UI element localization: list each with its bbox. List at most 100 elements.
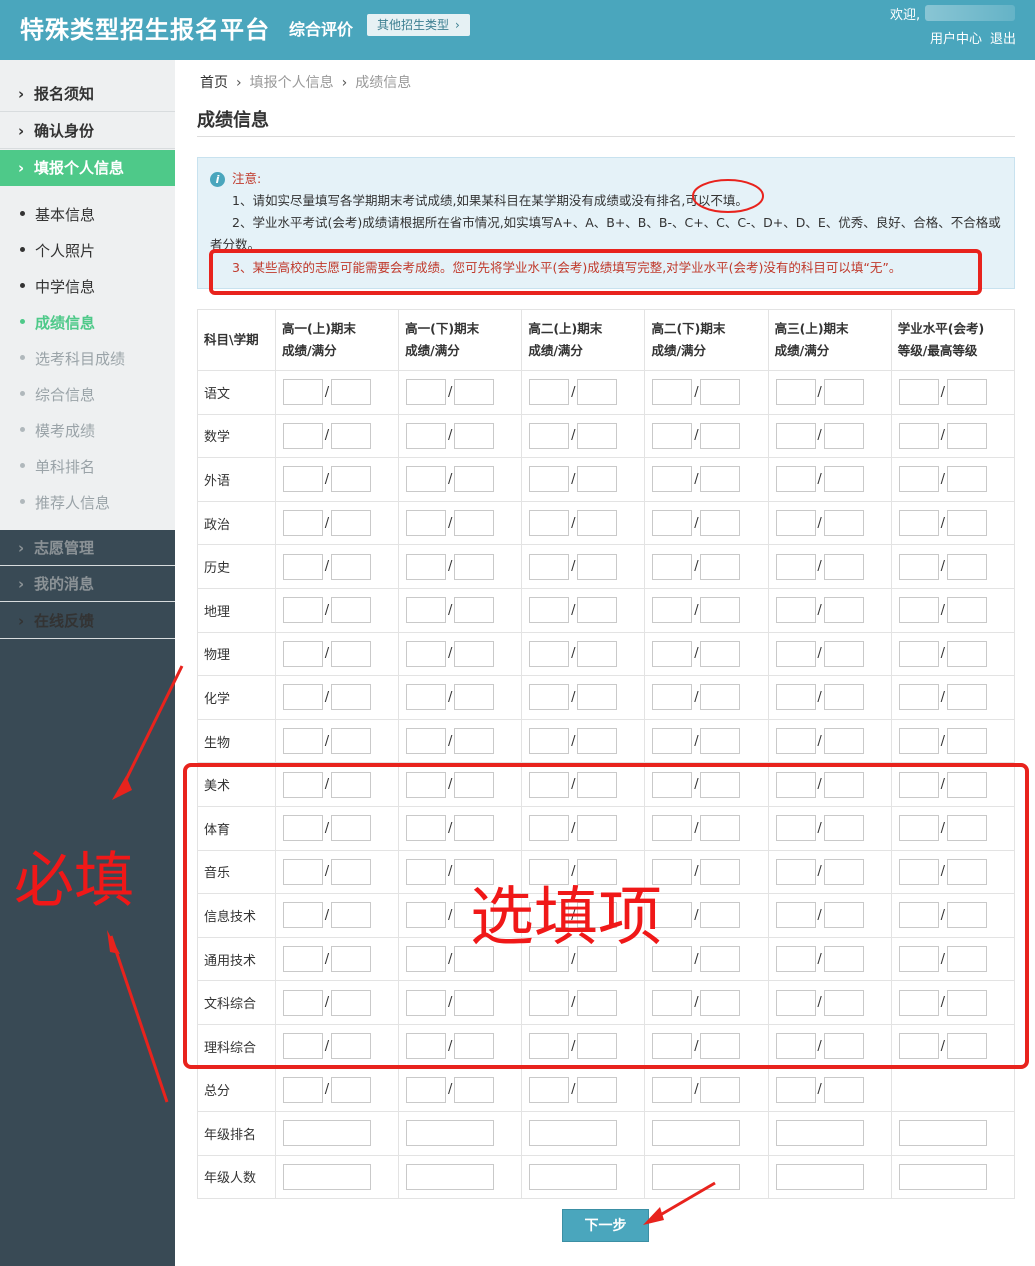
full-score-input[interactable] (946, 858, 987, 885)
full-score-input[interactable] (331, 728, 371, 755)
full-score-input[interactable] (700, 422, 741, 449)
rank-input[interactable] (283, 1120, 371, 1147)
score-input[interactable] (529, 422, 570, 449)
score-input[interactable] (775, 728, 816, 755)
sidebar-sub-mock-exam[interactable]: 模考成绩 (0, 414, 175, 448)
full-score-input[interactable] (823, 1033, 864, 1060)
full-score-input[interactable] (577, 728, 618, 755)
score-input[interactable] (529, 1076, 570, 1103)
score-input[interactable] (406, 379, 447, 406)
full-score-input[interactable] (331, 597, 371, 624)
sidebar-item-feedback[interactable]: › 在线反馈 (0, 603, 175, 639)
full-score-input[interactable] (946, 684, 987, 711)
full-score-input[interactable] (331, 510, 371, 537)
rank-input[interactable] (283, 1163, 371, 1190)
score-input[interactable] (652, 1076, 693, 1103)
score-input[interactable] (529, 989, 570, 1016)
full-score-input[interactable] (331, 902, 371, 929)
score-input[interactable] (406, 640, 447, 667)
sidebar-sub-photo[interactable]: 个人照片 (0, 234, 175, 268)
other-types-button[interactable]: 其他招生类型 › (367, 14, 470, 36)
full-score-input[interactable] (331, 466, 371, 493)
full-score-input[interactable] (700, 728, 741, 755)
score-input[interactable] (406, 771, 447, 798)
score-input[interactable] (652, 597, 693, 624)
score-input[interactable] (652, 684, 693, 711)
full-score-input[interactable] (946, 422, 987, 449)
score-input[interactable] (529, 1033, 570, 1060)
score-input[interactable] (775, 510, 816, 537)
full-score-input[interactable] (331, 858, 371, 885)
full-score-input[interactable] (331, 989, 371, 1016)
score-input[interactable] (529, 466, 570, 493)
full-score-input[interactable] (823, 1076, 864, 1103)
full-score-input[interactable] (577, 815, 618, 842)
full-score-input[interactable] (577, 640, 618, 667)
full-score-input[interactable] (946, 815, 987, 842)
score-input[interactable] (652, 771, 693, 798)
full-score-input[interactable] (946, 946, 987, 973)
score-input[interactable] (775, 684, 816, 711)
full-score-input[interactable] (331, 553, 371, 580)
full-score-input[interactable] (454, 422, 495, 449)
score-input[interactable] (529, 684, 570, 711)
sidebar-sub-elective-grades[interactable]: 选考科目成绩 (0, 342, 175, 376)
score-input[interactable] (529, 553, 570, 580)
full-score-input[interactable] (700, 989, 741, 1016)
sidebar-sub-grades[interactable]: 成绩信息 (0, 306, 175, 340)
score-input[interactable] (898, 728, 939, 755)
full-score-input[interactable] (700, 815, 741, 842)
full-score-input[interactable] (454, 553, 495, 580)
score-input[interactable] (283, 815, 323, 842)
score-input[interactable] (652, 640, 693, 667)
full-score-input[interactable] (700, 1076, 741, 1103)
sidebar-sub-basic-info[interactable]: 基本信息 (0, 198, 175, 232)
full-score-input[interactable] (700, 597, 741, 624)
score-input[interactable] (898, 684, 939, 711)
full-score-input[interactable] (700, 1033, 741, 1060)
full-score-input[interactable] (331, 815, 371, 842)
full-score-input[interactable] (700, 379, 741, 406)
full-score-input[interactable] (700, 684, 741, 711)
score-input[interactable] (406, 946, 447, 973)
score-input[interactable] (652, 510, 693, 537)
score-input[interactable] (898, 597, 939, 624)
score-input[interactable] (406, 1076, 447, 1103)
score-input[interactable] (283, 771, 323, 798)
full-score-input[interactable] (823, 640, 864, 667)
score-input[interactable] (283, 684, 323, 711)
full-score-input[interactable] (454, 989, 495, 1016)
score-input[interactable] (283, 989, 323, 1016)
full-score-input[interactable] (577, 379, 618, 406)
score-input[interactable] (406, 815, 447, 842)
score-input[interactable] (898, 510, 939, 537)
full-score-input[interactable] (946, 902, 987, 929)
full-score-input[interactable] (454, 597, 495, 624)
score-input[interactable] (283, 597, 323, 624)
rank-input[interactable] (652, 1163, 741, 1190)
score-input[interactable] (652, 815, 693, 842)
rank-input[interactable] (652, 1120, 741, 1147)
score-input[interactable] (898, 902, 939, 929)
score-input[interactable] (775, 946, 816, 973)
full-score-input[interactable] (823, 902, 864, 929)
full-score-input[interactable] (946, 510, 987, 537)
score-input[interactable] (898, 1033, 939, 1060)
score-input[interactable] (775, 858, 816, 885)
full-score-input[interactable] (946, 989, 987, 1016)
score-input[interactable] (775, 902, 816, 929)
score-input[interactable] (283, 902, 323, 929)
score-input[interactable] (406, 728, 447, 755)
rank-input[interactable] (775, 1163, 864, 1190)
full-score-input[interactable] (823, 684, 864, 711)
score-input[interactable] (898, 815, 939, 842)
rank-input[interactable] (898, 1120, 987, 1147)
full-score-input[interactable] (577, 553, 618, 580)
score-input[interactable] (775, 379, 816, 406)
score-input[interactable] (406, 422, 447, 449)
score-input[interactable] (406, 466, 447, 493)
score-input[interactable] (529, 815, 570, 842)
full-score-input[interactable] (454, 1033, 495, 1060)
full-score-input[interactable] (823, 771, 864, 798)
full-score-input[interactable] (946, 597, 987, 624)
